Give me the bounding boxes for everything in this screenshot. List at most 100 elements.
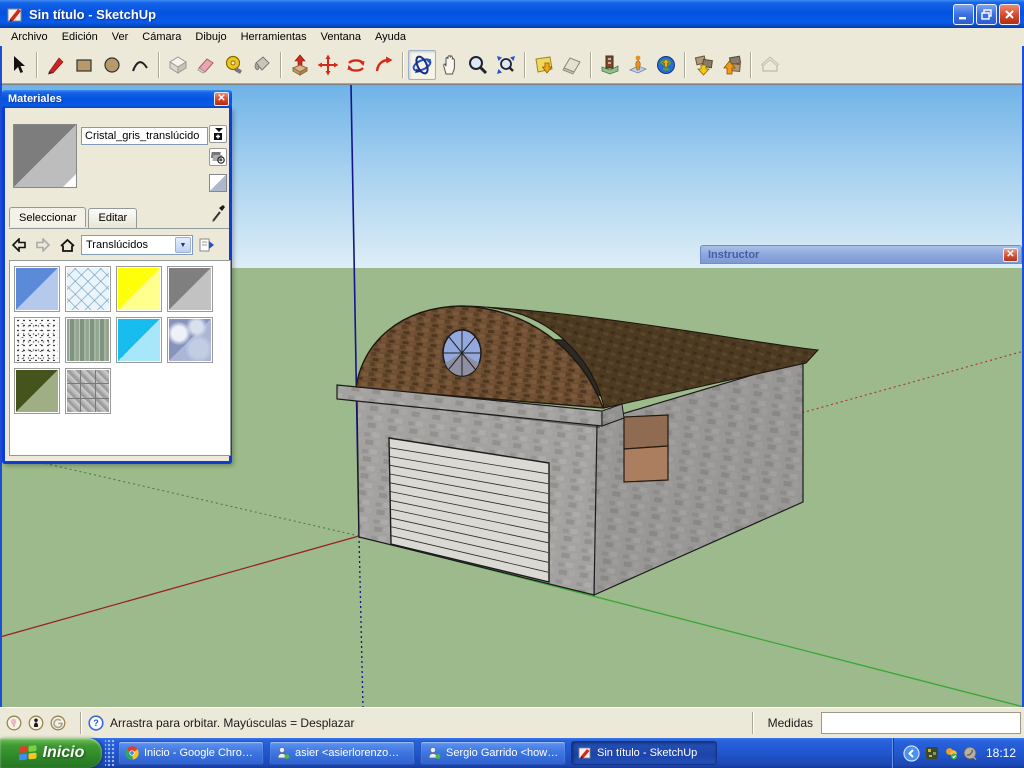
material-swatch-ribbed[interactable] — [65, 317, 111, 363]
start-button[interactable]: Inicio — [0, 738, 102, 768]
material-swatch-frosted[interactable] — [14, 317, 60, 363]
task-messenger-asier[interactable]: asier <asierlorenzo@... — [269, 741, 415, 765]
material-swatch-cyan[interactable] — [116, 317, 162, 363]
tray-game-icon[interactable] — [925, 746, 939, 760]
zoom-icon — [467, 54, 489, 76]
credit-attribution-icon[interactable] — [28, 715, 44, 731]
tool-zoom-extents-button[interactable] — [492, 50, 520, 80]
menu-dibujo[interactable]: Dibujo — [188, 29, 233, 45]
menu-ayuda[interactable]: Ayuda — [368, 29, 413, 45]
tool-push-pull-button[interactable] — [286, 50, 314, 80]
create-material-icon — [211, 127, 225, 141]
default-material-swatch[interactable] — [209, 174, 227, 192]
tool-photo-textures-button[interactable] — [596, 50, 624, 80]
tool-line-button[interactable] — [42, 50, 70, 80]
collection-dropdown[interactable]: Translúcidos ▼ — [81, 235, 193, 255]
details-icon — [199, 237, 215, 253]
tool-pan-button[interactable] — [436, 50, 464, 80]
menu-archivo[interactable]: Archivo — [4, 29, 55, 45]
menu-ver[interactable]: Ver — [105, 29, 136, 45]
material-swatch-gray-blocks[interactable] — [65, 368, 111, 414]
person-icon — [627, 54, 649, 76]
tool-arc-button[interactable] — [126, 50, 154, 80]
material-name-field[interactable] — [81, 127, 208, 145]
close-button[interactable] — [999, 4, 1020, 25]
tab-seleccionar[interactable]: Seleccionar — [9, 207, 86, 227]
taskbar-clock[interactable]: 18:12 — [982, 746, 1016, 760]
eraser-icon — [195, 54, 217, 76]
toggle-terrain-icon — [561, 54, 583, 76]
forward-button[interactable] — [33, 235, 53, 255]
sign-in-icon[interactable] — [50, 715, 66, 731]
tool-rotate-button[interactable] — [342, 50, 370, 80]
material-swatch-yellow[interactable] — [116, 266, 162, 312]
eyedropper-icon[interactable] — [210, 204, 226, 224]
tool-make-component-button[interactable] — [164, 50, 192, 80]
menu-ventana[interactable]: Ventana — [314, 29, 368, 45]
close-icon — [1004, 9, 1015, 20]
toolbar-separator — [750, 52, 752, 78]
sample-paint-button[interactable] — [209, 148, 227, 166]
move-icon — [317, 54, 339, 76]
help-icon[interactable]: ? — [88, 715, 104, 731]
material-swatch-dark-green[interactable] — [14, 368, 60, 414]
tool-add-location-button[interactable] — [530, 50, 558, 80]
windows-logo-icon — [18, 744, 38, 762]
geolocation-icon[interactable] — [6, 715, 22, 731]
back-button[interactable] — [9, 235, 29, 255]
tool-zoom-button[interactable] — [464, 50, 492, 80]
window-titlebar: Sin título - SketchUp — [0, 0, 1024, 28]
tool-select-button[interactable] — [4, 50, 32, 80]
tab-editar[interactable]: Editar — [88, 208, 137, 228]
tool-orbit-button[interactable] — [408, 50, 436, 80]
tray-volume-icon[interactable] — [963, 746, 977, 760]
tool-house-button[interactable] — [756, 50, 784, 80]
material-swatch-blue[interactable] — [14, 266, 60, 312]
tab-divider — [9, 228, 229, 229]
tool-circle-button[interactable] — [98, 50, 126, 80]
quicklaunch-grip[interactable] — [105, 740, 115, 766]
menu-edicion[interactable]: Edición — [55, 29, 105, 45]
tool-share-model-button[interactable] — [718, 50, 746, 80]
chrome-icon — [125, 746, 139, 760]
material-swatch-cloudy[interactable] — [167, 317, 213, 363]
tool-google-earth-button[interactable] — [652, 50, 680, 80]
task-chrome[interactable]: Inicio - Google Chrome — [118, 741, 264, 765]
instructor-window[interactable]: Instructor ✕ — [700, 245, 1022, 264]
material-swatch-gray-translucent[interactable] — [167, 266, 213, 312]
create-material-button[interactable] — [209, 125, 227, 143]
task-sketchup[interactable]: Sin título - SketchUp — [571, 741, 717, 765]
menu-herramientas[interactable]: Herramientas — [234, 29, 314, 45]
measurements-input[interactable] — [821, 712, 1021, 734]
home-button[interactable] — [57, 235, 77, 255]
tool-move-button[interactable] — [314, 50, 342, 80]
details-button[interactable] — [197, 235, 217, 255]
forward-arrow-icon — [35, 238, 51, 252]
material-swatch-glass-block[interactable] — [65, 266, 111, 312]
tray-messenger-status-icon[interactable] — [944, 746, 958, 760]
instructor-close-button[interactable]: ✕ — [1003, 248, 1018, 262]
tool-follow-me-button[interactable] — [370, 50, 398, 80]
svg-text:?: ? — [93, 718, 98, 728]
tool-get-models-button[interactable] — [690, 50, 718, 80]
materials-close-button[interactable]: ✕ — [214, 92, 229, 106]
tool-rectangle-button[interactable] — [70, 50, 98, 80]
tool-toggle-terrain-button[interactable] — [558, 50, 586, 80]
restore-button[interactable] — [976, 4, 997, 25]
desktop: Sin título - SketchUp Archivo Edición Ve… — [0, 0, 1024, 768]
task-messenger-sergio[interactable]: Sergio Garrido <howli... — [420, 741, 566, 765]
minimize-button[interactable] — [953, 4, 974, 25]
start-label: Inicio — [43, 744, 85, 762]
window-title: Sin título - SketchUp — [29, 7, 953, 22]
toolbar-separator — [158, 52, 160, 78]
add-location-icon — [533, 54, 555, 76]
tool-tape-measure-button[interactable] — [220, 50, 248, 80]
tool-eraser-button[interactable] — [192, 50, 220, 80]
tape-measure-icon — [223, 54, 245, 76]
materials-titlebar[interactable]: Materiales ✕ — [2, 90, 232, 108]
tray-collapse-chevron-icon[interactable] — [903, 745, 920, 762]
menu-camara[interactable]: Cámara — [135, 29, 188, 45]
toolbar-separator — [36, 52, 38, 78]
tool-paint-bucket-button[interactable] — [248, 50, 276, 80]
tool-component-person-button[interactable] — [624, 50, 652, 80]
